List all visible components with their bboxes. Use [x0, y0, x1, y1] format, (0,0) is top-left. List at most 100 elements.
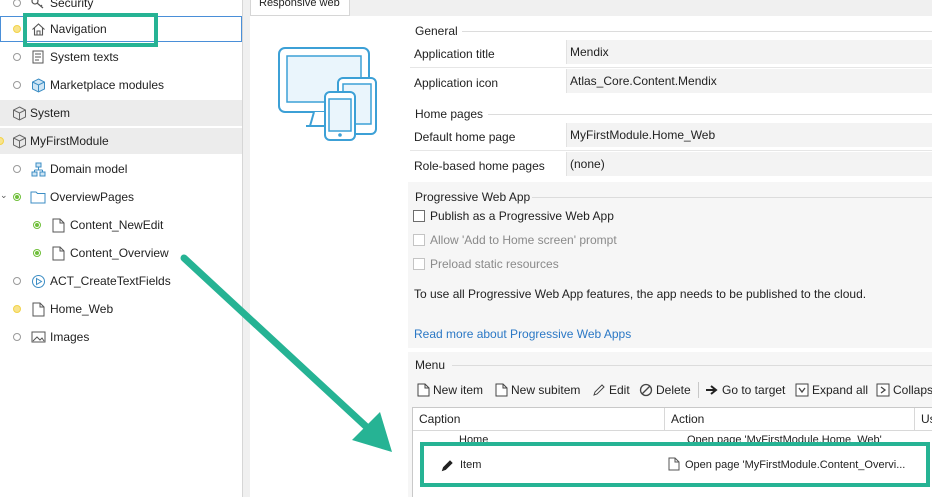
tree-item-label: System — [30, 106, 71, 120]
delete-label: Delete — [656, 383, 691, 397]
header-divider — [413, 430, 932, 431]
responsive-devices-icon — [278, 46, 378, 142]
tree-item-domain-model[interactable]: Domain model — [0, 156, 242, 182]
tab-responsive-web[interactable]: Responsive web — [250, 0, 350, 16]
tree-item-label: OverviewPages — [50, 190, 135, 204]
status-dot — [13, 0, 21, 7]
module-icon — [11, 105, 27, 121]
tree-item-act-createtextfields[interactable]: ACT_CreateTextFields — [0, 268, 242, 294]
divider — [410, 150, 932, 151]
column-header-caption[interactable]: Caption — [413, 408, 665, 430]
status-dot — [33, 249, 41, 257]
divider — [452, 365, 932, 366]
preload-resources-label: Preload static resources — [430, 257, 559, 271]
preload-resources-checkbox[interactable] — [413, 258, 425, 270]
group-title-home-pages: Home pages — [415, 107, 484, 121]
microflow-icon — [30, 273, 46, 289]
pwa-publish-note: To use all Progressive Web App features,… — [414, 287, 867, 301]
status-dot — [0, 137, 4, 145]
tree-item-marketplace-modules[interactable]: Marketplace modules — [0, 72, 242, 98]
default-home-page-field[interactable]: MyFirstModule.Home_Web — [566, 123, 932, 147]
tree-item-label: Security — [50, 0, 94, 10]
new-document-icon — [495, 383, 508, 397]
group-title-general: General — [415, 24, 458, 38]
tree-item-label: System texts — [50, 50, 119, 64]
tree-item-home-web[interactable]: Home_Web — [0, 296, 242, 322]
new-item-label: New item — [433, 383, 484, 397]
expand-all-icon — [795, 383, 809, 397]
page-icon — [50, 217, 66, 233]
tree-item-label: MyFirstModule — [30, 134, 109, 148]
new-item-button[interactable]: New item — [417, 380, 483, 400]
tree-item-system[interactable]: System — [0, 100, 242, 126]
key-icon — [30, 0, 46, 11]
tree-item-label: Marketplace modules — [50, 78, 165, 92]
edit-button[interactable]: Edit — [592, 380, 630, 400]
highlight-navigation-box — [23, 13, 158, 47]
tree-item-content-newedit[interactable]: Content_NewEdit — [0, 212, 242, 238]
role-based-home-pages-label: Role-based home pages — [414, 159, 545, 173]
collapse-all-icon — [876, 383, 890, 397]
domain-model-icon — [30, 161, 46, 177]
expand-all-button[interactable]: Expand all — [795, 380, 868, 400]
project-explorer: Security Navigation System texts Marketp… — [0, 0, 243, 497]
cube-icon — [30, 77, 46, 93]
collapse-all-button[interactable]: Collaps — [876, 380, 932, 400]
go-to-target-button[interactable]: Go to target — [705, 380, 785, 400]
add-home-screen-checkbox[interactable] — [413, 234, 425, 246]
status-dot — [13, 165, 21, 173]
highlight-menu-item-box — [420, 442, 930, 487]
default-home-page-label: Default home page — [414, 130, 516, 144]
application-icon-field[interactable]: Atlas_Core.Content.Mendix — [566, 69, 932, 93]
tree-item-images[interactable]: Images — [0, 324, 242, 350]
go-to-target-label: Go to target — [722, 383, 786, 397]
status-dot — [33, 221, 41, 229]
toolbar-separator — [698, 382, 699, 398]
divider — [532, 197, 932, 198]
new-subitem-button[interactable]: New subitem — [495, 380, 580, 400]
delete-button[interactable]: Delete — [639, 380, 691, 400]
tree-item-myfirstmodule[interactable]: MyFirstModule — [0, 128, 242, 154]
divider — [410, 67, 932, 68]
application-title-field[interactable]: Mendix — [566, 40, 932, 64]
page-icon — [30, 301, 46, 317]
tree-item-label: Domain model — [50, 162, 128, 176]
tree-item-label: Content_NewEdit — [70, 218, 164, 232]
status-dot — [13, 193, 21, 201]
tree-item-overviewpages[interactable]: ⌄ OverviewPages — [0, 184, 242, 210]
new-document-icon — [417, 383, 430, 397]
tree-item-label: Home_Web — [50, 302, 114, 316]
arrow-right-icon — [706, 385, 718, 395]
new-subitem-label: New subitem — [511, 383, 581, 397]
pencil-icon — [593, 384, 605, 396]
publish-pwa-checkbox[interactable] — [413, 210, 425, 222]
expand-all-label: Expand all — [812, 383, 869, 397]
publish-pwa-label: Publish as a Progressive Web App — [430, 209, 614, 223]
images-icon — [30, 329, 46, 345]
collapse-all-label: Collaps — [893, 383, 932, 397]
delete-icon — [639, 383, 653, 397]
pwa-read-more-link[interactable]: Read more about Progressive Web Apps — [414, 327, 631, 341]
status-dot — [13, 277, 21, 285]
document-text-icon — [30, 49, 46, 65]
group-title-pwa: Progressive Web App — [415, 190, 531, 204]
edit-label: Edit — [609, 383, 630, 397]
add-home-screen-label: Allow 'Add to Home screen' prompt — [430, 233, 617, 247]
status-dot — [13, 81, 21, 89]
tree-item-label: ACT_CreateTextFields — [50, 274, 171, 288]
application-title-label: Application title — [414, 47, 495, 61]
tree-item-system-texts[interactable]: System texts — [0, 44, 242, 70]
divider — [462, 31, 932, 32]
tree-item-content-overview[interactable]: Content_Overview — [0, 240, 242, 266]
column-header-use[interactable]: Use — [915, 408, 932, 430]
folder-icon — [30, 189, 46, 205]
role-based-home-pages-field[interactable]: (none) — [566, 152, 932, 176]
divider — [488, 114, 932, 115]
chevron-down-icon[interactable]: ⌄ — [0, 190, 8, 201]
status-dot — [13, 333, 21, 341]
tree-item-label: Images — [50, 330, 90, 344]
column-header-action[interactable]: Action — [665, 408, 915, 430]
status-dot — [13, 305, 21, 313]
group-title-menu: Menu — [415, 358, 446, 372]
page-icon — [50, 245, 66, 261]
